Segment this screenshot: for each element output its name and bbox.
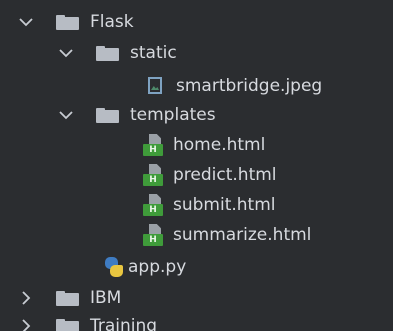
tree-item-label: templates [130, 105, 216, 125]
tree-folder-static[interactable]: static [0, 36, 393, 70]
html-file-icon: H [143, 164, 163, 186]
chevron-down-icon[interactable] [58, 45, 74, 61]
chevron-down-icon[interactable] [58, 107, 74, 123]
project-tree: Flask static smartbridge.jpeg templates … [0, 0, 393, 331]
chevron-right-icon[interactable] [18, 290, 34, 306]
tree-folder-templates[interactable]: templates [0, 98, 393, 132]
tree-item-label: predict.html [173, 165, 277, 185]
folder-icon [96, 45, 119, 61]
folder-icon [56, 290, 79, 306]
html-file-icon: H [143, 134, 163, 156]
tree-item-label: app.py [128, 257, 187, 277]
tree-file-submit-html[interactable]: H submit.html [0, 188, 393, 222]
image-file-icon [146, 75, 166, 97]
folder-icon [56, 318, 79, 331]
python-file-icon [104, 256, 124, 278]
tree-item-label: static [130, 43, 177, 63]
tree-item-label: summarize.html [173, 225, 312, 245]
tree-folder-training[interactable]: Training [0, 309, 393, 331]
folder-icon [96, 107, 119, 123]
tree-file-predict-html[interactable]: H predict.html [0, 158, 393, 192]
html-file-icon: H [143, 194, 163, 216]
tree-file-summarize-html[interactable]: H summarize.html [0, 218, 393, 252]
tree-item-label: IBM [90, 288, 122, 308]
tree-item-label: submit.html [173, 195, 276, 215]
chevron-down-icon[interactable] [18, 14, 34, 30]
tree-file-app-py[interactable]: app.py [0, 250, 393, 284]
folder-icon [56, 14, 79, 30]
tree-item-label: smartbridge.jpeg [176, 76, 323, 96]
tree-item-label: Training [90, 316, 158, 331]
tree-file-home-html[interactable]: H home.html [0, 128, 393, 162]
tree-item-label: home.html [173, 135, 266, 155]
tree-item-label: Flask [90, 12, 134, 32]
html-file-icon: H [143, 224, 163, 246]
tree-folder-flask[interactable]: Flask [0, 5, 393, 39]
chevron-right-icon[interactable] [18, 318, 34, 331]
